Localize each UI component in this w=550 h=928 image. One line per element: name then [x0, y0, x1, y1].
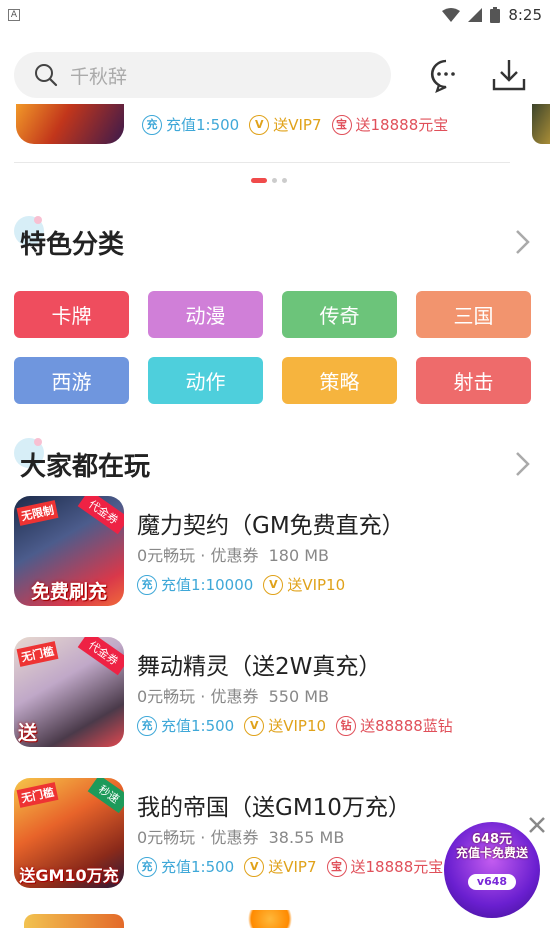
tag-recharge: 充充值1:10000	[137, 574, 253, 595]
chevron-right-icon[interactable]	[512, 228, 532, 256]
gift-icon: 宝	[331, 114, 352, 135]
game-tags: 充充值1:10000 V 送VIP10	[137, 574, 345, 595]
status-icons: 8:25	[442, 6, 542, 24]
category-button[interactable]: 西游	[14, 357, 129, 404]
section-title: 特色分类	[20, 230, 125, 260]
banner-next-image[interactable]	[532, 104, 550, 144]
game-meta: 0元畅玩 · 优惠券 180 MB	[137, 546, 330, 565]
banner-carousel[interactable]: 充充值1:500 V 送VIP7 宝送18888元宝	[0, 104, 550, 164]
notification-icon: A	[8, 9, 20, 21]
game-thumbnail[interactable]: 无限制 代金券 免费刷充	[14, 496, 124, 606]
vip-icon: V	[244, 715, 265, 736]
banner-game-image[interactable]	[16, 104, 124, 144]
category-button[interactable]: 动作	[148, 357, 263, 404]
tag-recharge: 充充值1:500	[137, 715, 234, 736]
search-box[interactable]: 千秋辞	[14, 52, 391, 98]
thumbnail-ribbon: 无门槛	[16, 782, 59, 808]
vip-icon: V	[244, 856, 265, 877]
thumbnail-caption: 送GM10万充	[19, 866, 119, 885]
status-bar: A 8:25	[0, 0, 550, 30]
banner-tags: 充充值1:500 V 送VIP7 宝送18888元宝	[142, 114, 448, 135]
game-item[interactable]: 无限制 代金券 免费刷充 魔力契约（GM免费直充） 0元畅玩 · 优惠券 180…	[14, 496, 534, 608]
chevron-right-icon[interactable]	[512, 450, 532, 478]
game-name: 魔力契约（GM免费直充）	[137, 513, 405, 539]
category-button[interactable]: 动漫	[148, 291, 263, 338]
carousel-indicator	[251, 178, 287, 183]
signal-icon	[468, 8, 483, 22]
game-tags: 充充值1:500 V 送VIP10 钻送88888蓝钻	[137, 715, 453, 736]
game-thumbnail[interactable]: 无门槛 代金券 送	[14, 637, 124, 747]
message-icon[interactable]	[428, 57, 464, 93]
category-grid: 卡牌 动漫 传奇 三国 西游 动作 策略 射击	[14, 291, 531, 404]
thumbnail-corner: 代金券	[77, 496, 124, 535]
thumbnail-caption: 送	[18, 722, 38, 744]
tag-vip: V 送VIP7	[249, 114, 322, 135]
promo-line2: 充值卡免费送	[455, 846, 528, 860]
game-meta: 0元畅玩 · 优惠券 550 MB	[137, 687, 330, 706]
tag-gift: 宝送18888元宝	[326, 856, 443, 877]
tag-vip: V 送VIP7	[244, 856, 317, 877]
promo-badge: v648	[468, 874, 516, 890]
battery-icon	[490, 7, 501, 23]
category-button[interactable]: 三国	[416, 291, 531, 338]
close-icon[interactable]	[526, 814, 548, 836]
thumbnail-ribbon: 无门槛	[16, 641, 59, 667]
section-header-categories[interactable]: 特色分类	[0, 216, 550, 262]
tag-recharge: 充充值1:500	[137, 856, 234, 877]
carousel-dot-active[interactable]	[251, 178, 267, 183]
download-icon[interactable]	[491, 57, 527, 93]
game-size: 550 MB	[268, 687, 330, 706]
thumbnail-ribbon: 无限制	[16, 500, 59, 526]
thumbnail-corner: 代金券	[77, 637, 124, 676]
game-name: 我的帝国（送GM10万充）	[137, 795, 411, 821]
category-button[interactable]: 卡牌	[14, 291, 129, 338]
status-time: 8:25	[508, 6, 542, 24]
recharge-icon: 充	[137, 574, 157, 595]
gift-icon: 宝	[326, 856, 347, 877]
tag-vip: V 送VIP10	[263, 574, 345, 595]
top-bar: 千秋辞	[0, 46, 550, 106]
section-header-popular[interactable]: 大家都在玩	[0, 438, 550, 484]
search-icon	[35, 64, 58, 87]
game-name: 舞动精灵（送2W真充）	[137, 654, 382, 680]
decoration	[240, 910, 300, 928]
thumbnail-corner: 秒速	[87, 778, 124, 814]
vip-icon: V	[263, 574, 284, 595]
tag-vip: V 送VIP10	[244, 715, 326, 736]
recharge-icon: 充	[137, 715, 157, 736]
carousel-dot[interactable]	[282, 178, 287, 183]
game-item[interactable]: 无门槛 代金券 送 舞动精灵（送2W真充） 0元畅玩 · 优惠券 550 MB …	[14, 637, 534, 749]
divider	[14, 162, 510, 163]
diamond-icon: 钻	[336, 715, 357, 736]
section-title: 大家都在玩	[20, 452, 151, 482]
thumbnail-caption: 免费刷充	[30, 581, 107, 603]
carousel-dot[interactable]	[272, 178, 277, 183]
game-meta: 0元畅玩 · 优惠券 38.55 MB	[137, 828, 345, 847]
game-tags: 充充值1:500 V 送VIP7 宝送18888元宝	[137, 856, 443, 877]
category-button[interactable]: 射击	[416, 357, 531, 404]
search-placeholder: 千秋辞	[70, 65, 128, 88]
game-thumbnail[interactable]: 无门槛 秒速 送GM10万充	[14, 778, 124, 888]
category-button[interactable]: 策略	[282, 357, 397, 404]
recharge-icon: 充	[137, 856, 157, 877]
recharge-icon: 充	[142, 114, 162, 135]
tag-gift: 钻送88888蓝钻	[336, 715, 453, 736]
wifi-icon	[442, 8, 461, 22]
game-size: 38.55 MB	[268, 828, 345, 847]
vip-icon: V	[249, 114, 270, 135]
category-button[interactable]: 传奇	[282, 291, 397, 338]
tag-gift: 宝送18888元宝	[331, 114, 448, 135]
next-game-thumbnail[interactable]	[24, 914, 124, 928]
tag-recharge: 充充值1:500	[142, 114, 239, 135]
game-size: 180 MB	[268, 546, 330, 565]
floating-promo-button[interactable]: 648元 充值卡免费送 v648	[444, 822, 540, 918]
